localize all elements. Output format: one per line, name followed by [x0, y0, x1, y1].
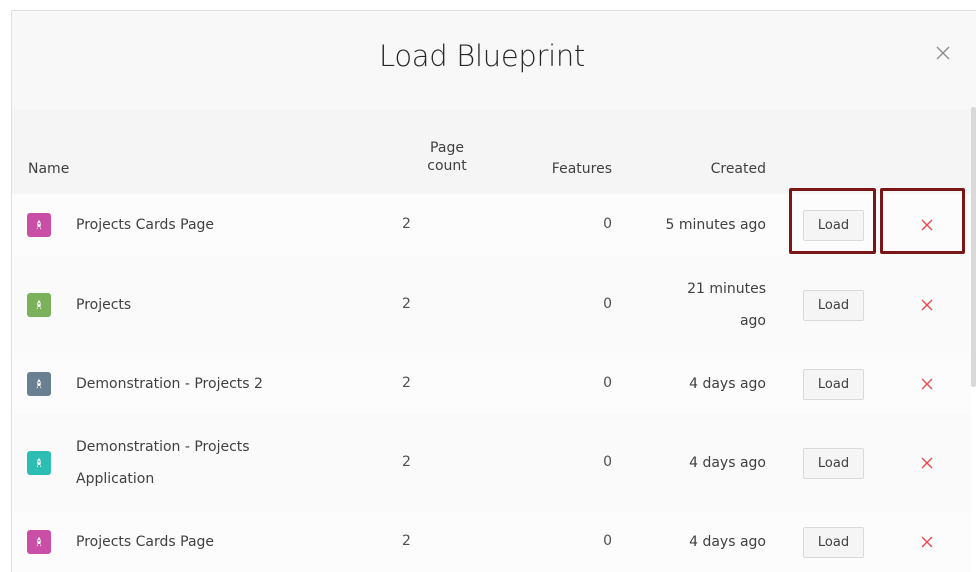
app-icon [27, 530, 51, 554]
close-button[interactable] [930, 40, 956, 66]
blueprint-name[interactable]: Demonstration - Projects 2 [76, 368, 263, 400]
table-row: Projects 2 0 21 minutes ago Load [12, 256, 971, 354]
scrollbar-thumb[interactable] [971, 107, 976, 387]
table-header: Name Page count Features Created [12, 109, 971, 195]
blueprint-name-line1: Demonstration - Projects 2 [76, 376, 263, 392]
created-line1: 4 days ago [689, 455, 766, 471]
created-value: 4 days ago [634, 526, 766, 558]
column-header-features[interactable]: Features [532, 161, 612, 177]
created-value: 4 days ago [634, 368, 766, 400]
blueprint-name[interactable]: Projects Cards Page [76, 209, 214, 241]
load-button[interactable]: Load [803, 369, 864, 400]
load-button[interactable]: Load [803, 527, 864, 558]
created-value: 4 days ago [634, 447, 766, 479]
features-value: 0 [603, 454, 612, 470]
dialog-header: Load Blueprint [12, 11, 976, 105]
blueprint-name-line2: Application [76, 471, 155, 487]
column-header-created[interactable]: Created [672, 161, 766, 177]
delete-icon [921, 457, 933, 469]
scrollbar[interactable] [971, 107, 976, 572]
blueprint-name[interactable]: Projects Cards Page [76, 526, 214, 558]
created-line1: 4 days ago [689, 376, 766, 392]
table-row: Demonstration - Projects 2 2 0 4 days ago Lo… [12, 353, 971, 415]
load-button[interactable]: Load [803, 448, 864, 479]
rocket-icon [36, 379, 42, 389]
table-row: Demonstration - Projects Application 2 0 4 d… [12, 414, 971, 513]
created-value: 21 minutes ago [634, 273, 766, 337]
column-header-page-count-line1: Page [430, 140, 464, 156]
delete-button[interactable] [916, 373, 938, 395]
dialog-body: Name Page count Features Created Project… [12, 109, 976, 572]
app-icon [27, 213, 51, 237]
app-icon [27, 372, 51, 396]
highlight-load-button [789, 188, 876, 254]
created-line1: 21 minutes [687, 281, 766, 297]
column-header-page-count[interactable]: Page count [407, 139, 487, 175]
rocket-icon [36, 220, 42, 230]
app-icon [27, 451, 51, 475]
column-header-page-count-line2: count [427, 158, 467, 174]
blueprint-name[interactable]: Projects [76, 289, 131, 321]
blueprint-name-line1: Projects Cards Page [76, 534, 215, 550]
created-value: 5 minutes ago [634, 209, 766, 241]
highlight-delete-button [880, 188, 965, 254]
page-count-value: 2 [402, 454, 411, 470]
features-value: 0 [603, 375, 612, 391]
dialog-title: Load Blueprint [379, 39, 585, 73]
blueprint-name[interactable]: Demonstration - Projects Application [76, 431, 250, 495]
delete-icon [921, 378, 933, 390]
page-count-value: 2 [402, 216, 411, 232]
blueprint-name-line1: Projects [76, 297, 132, 313]
features-value: 0 [603, 533, 612, 549]
features-value: 0 [603, 296, 612, 312]
page-count-value: 2 [402, 296, 411, 312]
delete-button[interactable] [916, 531, 938, 553]
column-header-name[interactable]: Name [28, 161, 69, 177]
load-button[interactable]: Load [803, 290, 864, 321]
created-line1: 4 days ago [689, 534, 766, 550]
app-icon [27, 293, 51, 317]
close-icon [936, 46, 950, 60]
table-row: Projects Cards Page 2 0 4 days ago Load [12, 512, 971, 572]
created-line2: ago [739, 313, 766, 329]
rocket-icon [36, 300, 42, 310]
blueprint-name-line1: Demonstration - Projects [76, 439, 250, 455]
features-value: 0 [603, 216, 612, 232]
rocket-icon [36, 458, 42, 468]
delete-button[interactable] [916, 294, 938, 316]
load-blueprint-dialog: Load Blueprint Name Page count Features … [11, 10, 976, 572]
page-count-value: 2 [402, 375, 411, 391]
delete-button[interactable] [916, 452, 938, 474]
created-line1: 5 minutes ago [665, 217, 766, 233]
blueprint-name-line1: Projects Cards Page [76, 217, 215, 233]
delete-icon [921, 299, 933, 311]
delete-icon [921, 536, 933, 548]
page-count-value: 2 [402, 533, 411, 549]
rocket-icon [36, 537, 42, 547]
